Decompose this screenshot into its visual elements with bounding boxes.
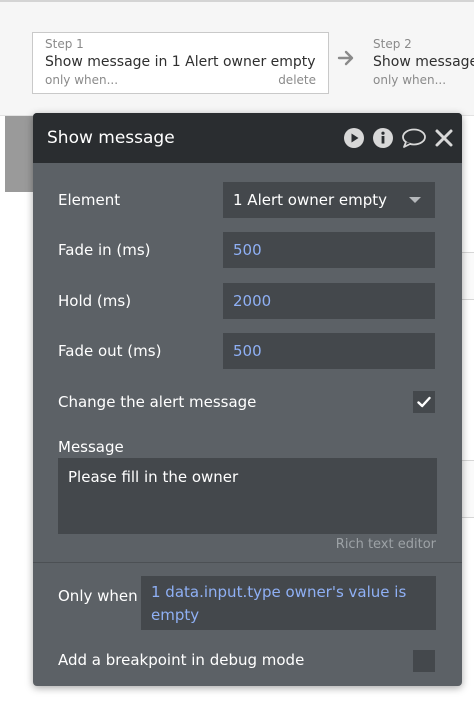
change-alert-row: Change the alert message bbox=[33, 391, 462, 413]
step-condition[interactable]: only when... bbox=[373, 72, 446, 88]
step-footer: only when... bbox=[373, 72, 474, 88]
canvas-edge-element bbox=[461, 460, 474, 518]
checkmark-icon bbox=[417, 396, 431, 408]
element-label: Element bbox=[58, 191, 121, 209]
fade-in-row: Fade in (ms) bbox=[33, 232, 462, 268]
canvas-block bbox=[5, 116, 33, 192]
step-number: Step 1 bbox=[45, 37, 84, 51]
show-message-panel: Show message Element 1 Alert owner empty… bbox=[33, 113, 462, 686]
delete-step-link[interactable]: delete bbox=[278, 72, 316, 88]
close-icon[interactable] bbox=[434, 128, 454, 148]
change-alert-checkbox[interactable] bbox=[413, 391, 435, 413]
step-title: Show message in 1 Alert owner empty bbox=[45, 54, 316, 70]
step-number: Step 2 bbox=[373, 37, 412, 51]
play-icon[interactable] bbox=[343, 127, 365, 149]
info-icon[interactable] bbox=[372, 127, 394, 149]
fade-out-row: Fade out (ms) bbox=[33, 333, 462, 369]
step-title: Show message bbox=[373, 54, 474, 70]
rich-text-editor-link[interactable]: Rich text editor bbox=[336, 537, 436, 552]
hold-row: Hold (ms) bbox=[33, 283, 462, 319]
header-icons bbox=[343, 127, 454, 149]
fade-in-input[interactable] bbox=[223, 232, 435, 268]
message-label: Message bbox=[58, 438, 124, 456]
message-textarea[interactable]: Please fill in the owner bbox=[58, 458, 437, 534]
hold-label: Hold (ms) bbox=[58, 292, 132, 310]
fade-out-label: Fade out (ms) bbox=[58, 342, 162, 360]
only-when-expression[interactable]: 1 data.input.type owner's value is empty bbox=[141, 576, 436, 630]
arrow-right-icon bbox=[337, 50, 354, 66]
step-footer: only when... delete bbox=[45, 72, 316, 88]
workflow-strip: Step 1 Show message in 1 Alert owner emp… bbox=[0, 0, 474, 116]
step-condition[interactable]: only when... bbox=[45, 72, 118, 88]
breakpoint-label: Add a breakpoint in debug mode bbox=[58, 651, 305, 669]
canvas-edge-element bbox=[461, 252, 474, 300]
breakpoint-checkbox[interactable] bbox=[413, 650, 435, 672]
element-dropdown[interactable]: 1 Alert owner empty bbox=[223, 182, 435, 218]
divider bbox=[33, 562, 462, 563]
workflow-step-1[interactable]: Step 1 Show message in 1 Alert owner emp… bbox=[32, 32, 329, 94]
change-alert-label: Change the alert message bbox=[58, 393, 257, 411]
element-row: Element 1 Alert owner empty bbox=[33, 182, 462, 218]
comment-icon[interactable] bbox=[401, 127, 427, 149]
element-selected-value: 1 Alert owner empty bbox=[233, 191, 388, 209]
hold-input[interactable] bbox=[223, 283, 435, 319]
fade-out-input[interactable] bbox=[223, 333, 435, 369]
panel-header: Show message bbox=[33, 113, 462, 163]
panel-title: Show message bbox=[47, 128, 175, 148]
workflow-step-2[interactable]: Step 2 Show message only when... bbox=[360, 32, 474, 94]
only-when-label: Only when bbox=[58, 587, 138, 605]
chevron-down-icon bbox=[409, 197, 421, 203]
fade-in-label: Fade in (ms) bbox=[58, 241, 151, 259]
